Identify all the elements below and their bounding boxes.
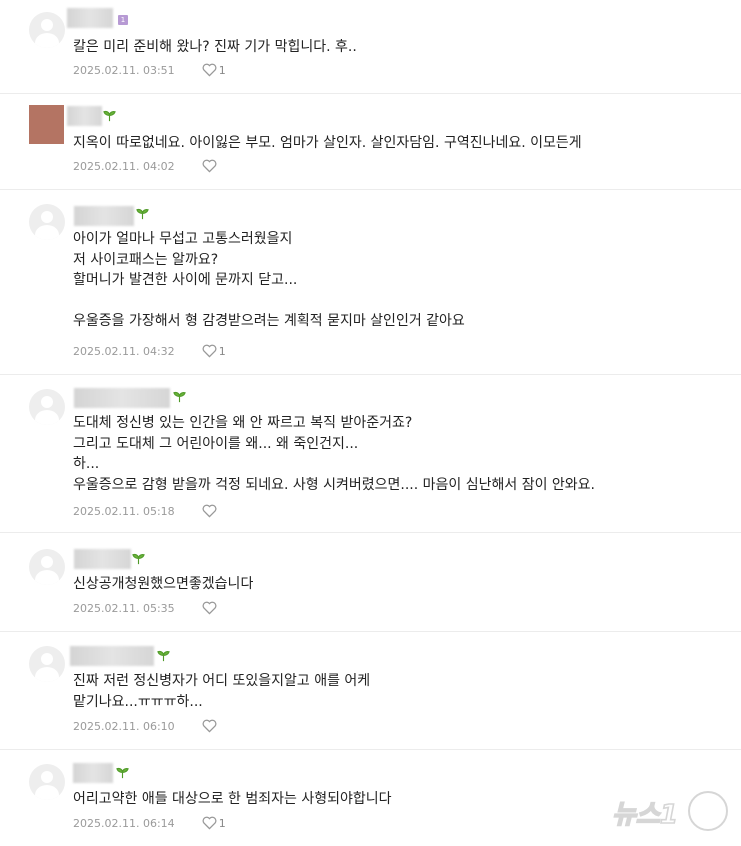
heart-icon[interactable] bbox=[202, 159, 217, 173]
sprout-icon bbox=[103, 110, 116, 122]
comment-meta: 2025.02.11. 06:10 bbox=[73, 719, 219, 733]
sprout-icon bbox=[136, 208, 149, 220]
like-count: 1 bbox=[218, 816, 226, 830]
comment-item: 신상공개청원했으면좋겠습니다 2025.02.11. 05:35 bbox=[0, 533, 741, 632]
comment-item: 도대체 정신병 있는 인간을 왜 안 짜르고 복직 받아준거죠? 그리고 도대체… bbox=[0, 375, 741, 533]
sprout-icon bbox=[173, 391, 186, 403]
comment-date: 2025.02.11. 06:10 bbox=[73, 719, 175, 733]
like-count: 1 bbox=[218, 344, 226, 358]
sprout-icon bbox=[116, 767, 129, 779]
comment-text: 칼은 미리 준비해 왔나? 진짜 기가 막힙니다. 후.. bbox=[73, 39, 357, 55]
comment-meta: 2025.02.11. 06:14 1 bbox=[73, 816, 226, 830]
comment-text: 어리고약한 애들 대상으로 한 범죄자는 사형되야합니다 bbox=[73, 791, 392, 807]
comment-meta: 2025.02.11. 04:02 bbox=[73, 159, 219, 173]
comment-meta: 2025.02.11. 05:35 bbox=[73, 601, 219, 615]
heart-icon[interactable] bbox=[202, 719, 217, 733]
sprout-icon bbox=[132, 553, 145, 565]
comment-item: 1 칼은 미리 준비해 왔나? 진짜 기가 막힙니다. 후.. 2025.02.… bbox=[0, 0, 741, 94]
nickname-blurred[interactable] bbox=[67, 8, 113, 28]
comment-date: 2025.02.11. 05:35 bbox=[73, 601, 175, 615]
avatar[interactable] bbox=[29, 204, 65, 240]
avatar[interactable] bbox=[29, 12, 65, 48]
heart-icon[interactable] bbox=[202, 504, 217, 518]
comment-text: 도대체 정신병 있는 인간을 왜 안 짜르고 복직 받아준거죠? 그리고 도대체… bbox=[73, 415, 596, 493]
comment-date: 2025.02.11. 04:32 bbox=[73, 344, 175, 358]
comment-item: 진짜 저런 정신병자가 어디 또있을지알고 애를 어케 맡기나요...ㅠㅠㅠ하.… bbox=[0, 632, 741, 750]
avatar[interactable] bbox=[29, 646, 65, 682]
nickname-blurred[interactable] bbox=[73, 763, 113, 783]
heart-icon[interactable] bbox=[202, 344, 217, 358]
like-count: 1 bbox=[218, 63, 226, 77]
comment-date: 2025.02.11. 03:51 bbox=[73, 63, 175, 77]
heart-icon[interactable] bbox=[202, 63, 217, 77]
nickname-blurred[interactable] bbox=[74, 206, 134, 226]
comment-date: 2025.02.11. 05:18 bbox=[73, 504, 175, 518]
comment-text: 신상공개청원했으면좋겠습니다 bbox=[73, 576, 254, 592]
avatar[interactable] bbox=[29, 549, 65, 585]
watermark-text: 뉴스1 bbox=[612, 800, 678, 830]
comment-text: 아이가 얼마나 무섭고 고통스러웠을지 저 사이코패스는 알까요? 할머니가 발… bbox=[73, 231, 465, 329]
nickname-blurred[interactable] bbox=[70, 646, 154, 666]
comment-item: 지옥이 따로없네요. 아이잃은 부모. 엄마가 살인자. 살인자담임. 구역진나… bbox=[0, 94, 741, 190]
heart-icon[interactable] bbox=[202, 816, 217, 830]
nickname-blurred[interactable] bbox=[74, 549, 131, 569]
comment-meta: 2025.02.11. 05:18 bbox=[73, 504, 219, 518]
heart-icon[interactable] bbox=[202, 601, 217, 615]
news1-watermark: 뉴스1 bbox=[611, 791, 728, 831]
comment-meta: 2025.02.11. 04:32 1 bbox=[73, 344, 226, 358]
comment-date: 2025.02.11. 06:14 bbox=[73, 816, 175, 830]
nickname-blurred[interactable] bbox=[67, 106, 102, 126]
comment-meta: 2025.02.11. 03:51 1 bbox=[73, 63, 226, 77]
avatar[interactable] bbox=[29, 764, 65, 800]
comment-item: 아이가 얼마나 무섭고 고통스러웠을지 저 사이코패스는 알까요? 할머니가 발… bbox=[0, 190, 741, 375]
nickname-blurred[interactable] bbox=[74, 388, 170, 408]
comment-date: 2025.02.11. 04:02 bbox=[73, 159, 175, 173]
comment-text: 지옥이 따로없네요. 아이잃은 부모. 엄마가 살인자. 살인자담임. 구역진나… bbox=[73, 135, 582, 151]
avatar[interactable] bbox=[29, 389, 65, 425]
level-badge: 1 bbox=[118, 15, 128, 25]
avatar[interactable] bbox=[29, 105, 64, 144]
comment-text: 진짜 저런 정신병자가 어디 또있을지알고 애를 어케 맡기나요...ㅠㅠㅠ하.… bbox=[73, 673, 371, 710]
sprout-icon bbox=[157, 650, 170, 662]
